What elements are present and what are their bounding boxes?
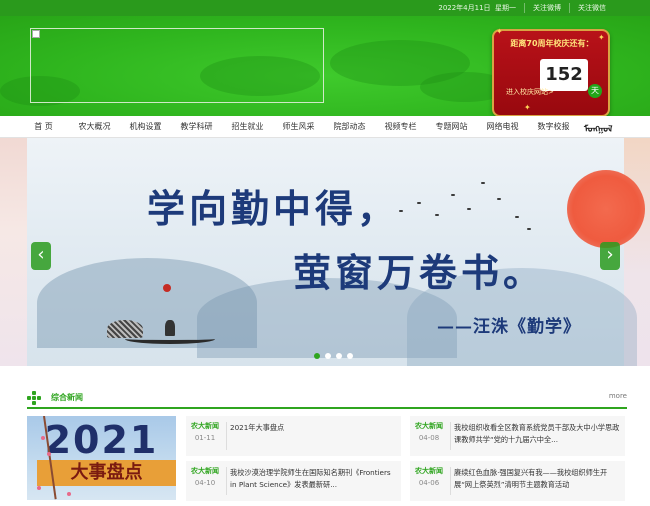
bird-shape [467, 208, 471, 210]
nav-list: 首 页 农大概况 机构设置 教学科研 招生就业 师生风采 院部动态 视频专栏 专… [18, 116, 579, 138]
site-header: ✦ ✦ ✦ 距离70周年校庆还有： 152 进入校庆网站> 天 [0, 16, 650, 117]
star-icon: ✦ [524, 103, 531, 112]
news-category: 农大新闻 [415, 422, 443, 430]
sun-shape [567, 170, 645, 248]
banner-verse-line1: 学向勤中得， [147, 186, 400, 231]
news-section-icon [27, 391, 41, 405]
nav-item-people[interactable]: 师生风采 [273, 116, 324, 138]
news-section-header: 综合新闻 more [27, 387, 627, 409]
nav-item-home[interactable]: 首 页 [18, 116, 69, 138]
nav-item-admissions[interactable]: 招生就业 [222, 116, 273, 138]
news-category: 农大新闻 [191, 422, 219, 430]
nav-item-overview[interactable]: 农大概况 [69, 116, 120, 138]
news-item[interactable]: 农大新闻 04-10 我校沙漠治理学院师生在国际知名期刊《Frontiers i… [186, 461, 401, 501]
feature-banner: 大事盘点 [37, 460, 176, 486]
news-title[interactable]: 2021年大事盘点 [230, 422, 398, 434]
hero-banner: 学向勤中得， 萤窗万卷书。 ——汪洙《勤学》 ‹ › [0, 138, 650, 366]
weekday-text: 星期一 [495, 4, 516, 12]
divider [450, 422, 451, 450]
nav-item-topics[interactable]: 专题网站 [426, 116, 477, 138]
broken-image-icon [32, 30, 40, 38]
nav-item-department-news[interactable]: 院部动态 [324, 116, 375, 138]
bird-shape [399, 210, 403, 212]
news-feature-image[interactable]: 2021 大事盘点 [27, 416, 176, 500]
nav-item-organization[interactable]: 机构设置 [120, 116, 171, 138]
slide-dot[interactable] [314, 353, 320, 359]
banner-verse-attribution: ——汪洙《勤学》 [437, 317, 581, 337]
follow-weibo-link[interactable]: 关注微博 [524, 3, 569, 13]
fisher-shape [165, 320, 175, 336]
prev-slide-button[interactable]: ‹ [31, 242, 51, 270]
news-item[interactable]: 农大新闻 01-11 2021年大事盘点 [186, 416, 401, 456]
news-title[interactable]: 我校组织收看全区教育系统党员干部及大中小学思政课教师共学“党的十九届六中全... [454, 422, 622, 446]
bird-shape [527, 228, 531, 230]
news-item[interactable]: 农大新闻 04-08 我校组织收看全区教育系统党员干部及大中小学思政课教师共学“… [410, 416, 625, 456]
next-slide-button[interactable]: › [600, 242, 620, 270]
nav-item-digital-paper[interactable]: 数字校报 [528, 116, 579, 138]
banner-slide[interactable]: 学向勤中得， 萤窗万卷书。 ——汪洙《勤学》 [27, 138, 645, 366]
divider [226, 467, 227, 495]
bird-shape [515, 216, 519, 218]
countdown-unit: 天 [588, 84, 602, 98]
news-category: 农大新闻 [191, 467, 219, 475]
banner-verse-line2: 萤窗万卷书。 [293, 250, 546, 295]
blossom-shape [37, 486, 41, 490]
news-list-right: 农大新闻 04-08 我校组织收看全区教育系统党员干部及大中小学思政课教师共学“… [410, 416, 625, 506]
news-item[interactable]: 农大新闻 04-06 赓续红色血脉·强国复兴有我——我校组织师生开展“网上祭英烈… [410, 461, 625, 501]
bird-shape [481, 182, 485, 184]
blossom-shape [47, 452, 51, 456]
news-date: 04-10 [194, 479, 216, 487]
news-date: 01-11 [194, 434, 216, 442]
nav-item-mongolian[interactable]: ᠮᠣᠩᠭᠣᠯ [584, 119, 613, 135]
main-nav: 首 页 农大概况 机构设置 教学科研 招生就业 师生风采 院部动态 视频专栏 专… [0, 116, 650, 138]
news-section-title[interactable]: 综合新闻 [51, 392, 83, 403]
blossom-shape [41, 436, 45, 440]
news-meta: 农大新闻 04-10 [186, 466, 224, 487]
lantern-shape [163, 284, 171, 292]
news-meta: 农大新闻 04-08 [410, 421, 448, 442]
news-list-left: 农大新闻 01-11 2021年大事盘点 农大新闻 04-10 我校沙漠治理学院… [186, 416, 401, 506]
news-meta: 农大新闻 04-06 [410, 466, 448, 487]
banner-side-left [0, 138, 27, 366]
countdown-title: 距离70周年校庆还有： [510, 39, 594, 48]
news-title[interactable]: 我校沙漠治理学院师生在国际知名期刊《Frontiers in Plant Sci… [230, 467, 398, 491]
slide-dot[interactable] [336, 353, 342, 359]
news-more-link[interactable]: more [609, 392, 627, 400]
blossom-shape [67, 492, 71, 496]
anniversary-countdown[interactable]: ✦ ✦ ✦ 距离70周年校庆还有： 152 进入校庆网站> 天 [492, 27, 610, 117]
nav-item-tv[interactable]: 网络电视 [477, 116, 528, 138]
divider [450, 467, 451, 495]
slide-dot[interactable] [325, 353, 331, 359]
top-date: 2022年4月11日 星期一 [430, 3, 524, 13]
news-date: 04-08 [418, 434, 440, 442]
bird-shape [417, 202, 421, 204]
top-links: 2022年4月11日 星期一 关注微博 关注微信 [430, 3, 614, 13]
news-date: 04-06 [418, 479, 440, 487]
slide-dots [314, 353, 353, 359]
nav-item-teaching-research[interactable]: 教学科研 [171, 116, 222, 138]
news-meta: 农大新闻 01-11 [186, 421, 224, 442]
divider [226, 422, 227, 450]
top-utility-bar: 2022年4月11日 星期一 关注微博 关注微信 [0, 0, 650, 16]
bird-shape [435, 214, 439, 216]
nav-item-video[interactable]: 视频专栏 [375, 116, 426, 138]
anniversary-site-link[interactable]: 进入校庆网站> [506, 87, 554, 97]
slide-dot[interactable] [347, 353, 353, 359]
date-text: 2022年4月11日 [438, 4, 491, 12]
news-category: 农大新闻 [415, 467, 443, 475]
news-title[interactable]: 赓续红色血脉·强国复兴有我——我校组织师生开展“网上祭英烈”清明节主题教育活动 [454, 467, 622, 491]
bird-shape [451, 194, 455, 196]
star-icon: ✦ [496, 27, 503, 36]
bird-shape [497, 198, 501, 200]
follow-wechat-link[interactable]: 关注微信 [569, 3, 614, 13]
site-logo[interactable] [30, 28, 324, 103]
